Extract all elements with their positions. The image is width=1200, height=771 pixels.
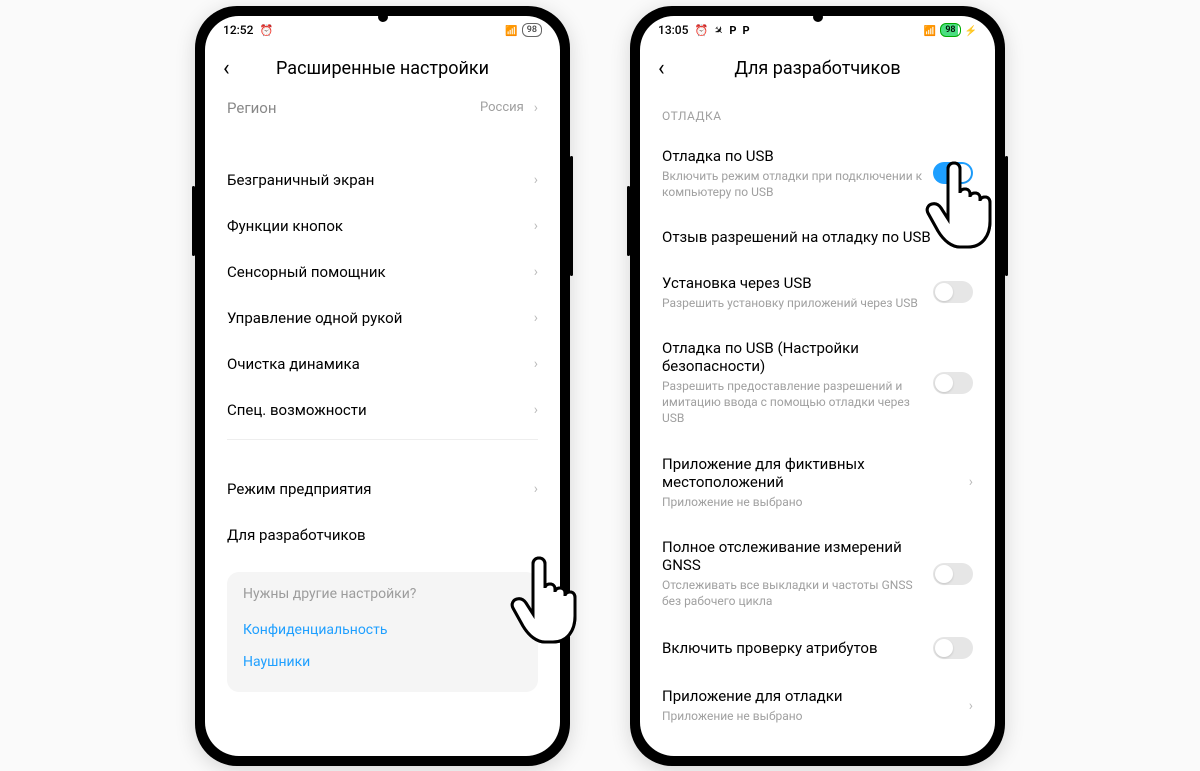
toggle-usb-debugging[interactable] [933,162,973,184]
chevron-right-icon: › [534,264,538,280]
page-title: Расширенные настройки [253,58,512,79]
section-header: ОТЛАДКА [662,95,973,133]
alarm-icon [694,23,708,37]
chevron-right-icon: › [534,100,538,116]
row-install-via-usb[interactable]: Установка через USB Разрешить установку … [662,260,973,325]
app-p-icon [729,23,736,37]
chevron-right-icon: › [534,481,538,497]
telegram-icon [714,23,723,37]
row-fullscreen[interactable]: Безграничный экран › [227,157,538,203]
chevron-right-icon: › [534,218,538,234]
camera-notch [378,12,388,22]
row-value: Россия [480,100,524,115]
row-mock-location[interactable]: Приложение для фиктивных местоположений … [662,441,973,524]
link-headphones[interactable]: Наушники [243,646,522,678]
toggle-attribute-check[interactable] [933,637,973,659]
header: ‹ Расширенные настройки [205,44,560,95]
signal-icon [924,23,936,37]
chevron-right-icon: › [534,172,538,188]
camera-notch [813,12,823,22]
row-usb-security[interactable]: Отладка по USB (Настройки безопасности) … [662,325,973,441]
chevron-right-icon: › [534,310,538,326]
battery-indicator: 98 [522,23,542,37]
chevron-right-icon: › [534,356,538,372]
row-speaker-cleaning[interactable]: Очистка динамика › [227,341,538,387]
status-time: 12:52 [223,23,253,37]
chevron-right-icon: › [969,698,973,714]
row-developer-options[interactable]: Для разработчиков [227,512,538,558]
charging-icon [965,23,977,37]
suggestions-card: Нужны другие настройки? Конфиденциальнос… [227,572,538,692]
screen-left: 12:52 98 ‹ Расширенные настройки Регион … [205,16,560,756]
chevron-right-icon: › [969,474,973,490]
page-title: Для разработчиков [688,58,947,79]
link-privacy[interactable]: Конфиденциальность [243,614,522,646]
back-button[interactable]: ‹ [658,56,688,81]
row-region[interactable]: Регион Россия › [227,95,538,131]
row-button-functions[interactable]: Функции кнопок › [227,203,538,249]
phone-right: 13:05 98 ‹ Для разработчиков ОТЛАДКА Отл… [630,6,1005,766]
row-label: Регион [227,99,480,117]
row-debug-app[interactable]: Приложение для отладки Приложение не выб… [662,673,973,738]
row-one-hand[interactable]: Управление одной рукой › [227,295,538,341]
row-touch-assistant[interactable]: Сенсорный помощник › [227,249,538,295]
screen-right: 13:05 98 ‹ Для разработчиков ОТЛАДКА Отл… [640,16,995,756]
toggle-install-usb[interactable] [933,281,973,303]
signal-icon [505,23,517,37]
toggle-usb-security[interactable] [933,372,973,394]
app-p-icon [742,23,749,37]
row-accessibility[interactable]: Спец. возможности › [227,387,538,433]
back-button[interactable]: ‹ [223,56,253,81]
suggestions-hint: Нужны другие настройки? [243,586,522,602]
alarm-icon [259,23,273,37]
battery-indicator: 98 [940,23,960,37]
status-time: 13:05 [658,23,688,37]
row-usb-debugging[interactable]: Отладка по USB Включить режим отладки пр… [662,133,973,214]
chevron-right-icon: › [534,402,538,418]
content-area: ОТЛАДКА Отладка по USB Включить режим от… [640,95,995,756]
row-attribute-check[interactable]: Включить проверку атрибутов [662,623,973,673]
toggle-gnss[interactable] [933,563,973,585]
header: ‹ Для разработчиков [640,44,995,95]
content-area: Регион Россия › Безграничный экран › Фун… [205,95,560,756]
row-enterprise-mode[interactable]: Режим предприятия › [227,466,538,512]
row-revoke-usb[interactable]: Отзыв разрешений на отладку по USB [662,214,973,260]
row-gnss[interactable]: Полное отслеживание измерений GNSS Отсле… [662,524,973,623]
phone-left: 12:52 98 ‹ Расширенные настройки Регион … [195,6,570,766]
